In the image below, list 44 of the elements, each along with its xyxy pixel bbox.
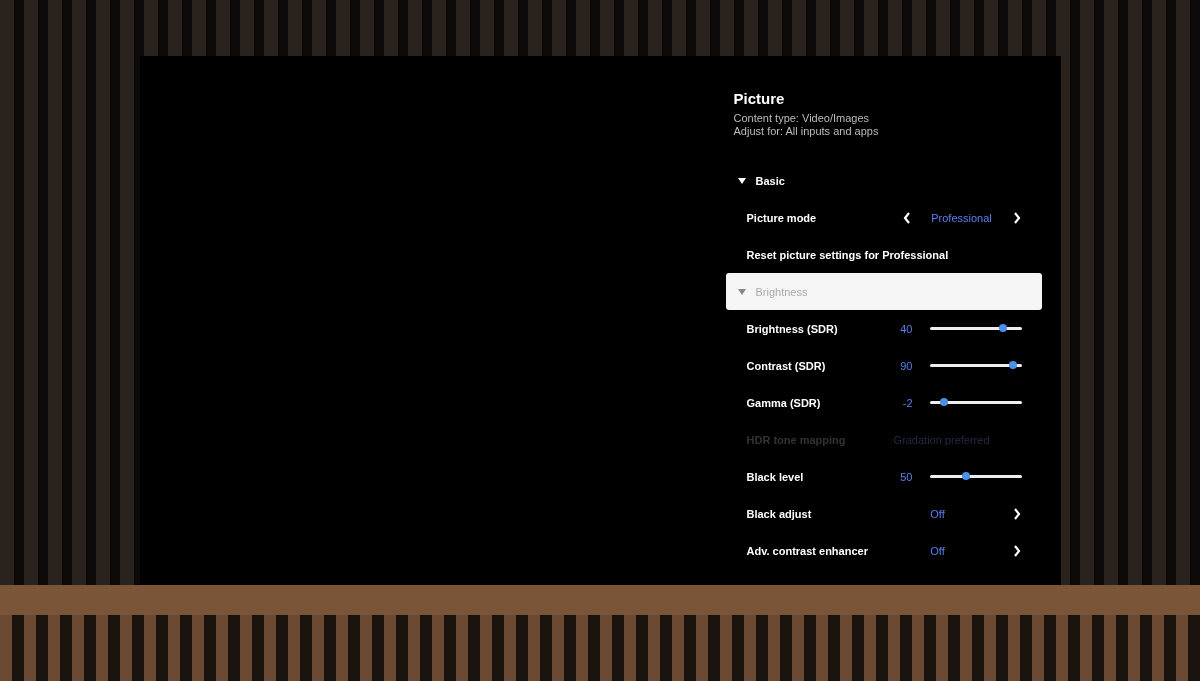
setting-label: Gamma (SDR): [746, 396, 821, 409]
setting-value: Gradation preferred: [893, 433, 990, 446]
menu-subtitle: Adjust for: All inputs and apps: [732, 125, 880, 138]
menu-row[interactable]: Gamma (SDR) -2: [725, 384, 1042, 421]
setting-label: Black adjust: [746, 507, 812, 520]
setting-value: Professional: [931, 211, 992, 224]
chevron-right-icon[interactable]: [1011, 543, 1022, 558]
menu-row[interactable]: Black adjust Off: [725, 495, 1042, 532]
slider-track[interactable]: [929, 475, 1022, 478]
menu-row[interactable]: Contrast (SDR) 90: [725, 347, 1042, 384]
section-label: Brightness: [755, 285, 808, 298]
setting-label: Brightness (SDR): [746, 322, 838, 335]
setting-label: Black level: [746, 470, 804, 483]
setting-value: 90: [900, 359, 913, 372]
slider-thumb[interactable]: [1009, 361, 1018, 369]
menu-title: Picture: [732, 90, 786, 107]
slider-thumb[interactable]: [940, 398, 949, 406]
setting-label: Contrast (SDR): [746, 359, 826, 372]
menu-row[interactable]: Picture mode Professional: [725, 199, 1042, 236]
setting-value: 50: [900, 470, 913, 483]
setting-label: Picture mode: [746, 211, 817, 224]
setting-label: Reset picture settings for Professional: [746, 248, 949, 261]
setting-label: Adv. contrast enhancer: [746, 544, 868, 557]
slider-track[interactable]: [929, 327, 1022, 330]
setting-value: -2: [902, 396, 913, 409]
slider-track[interactable]: [929, 401, 1022, 404]
section-header[interactable]: Basic: [725, 162, 1042, 199]
slider-track[interactable]: [929, 364, 1022, 367]
menu-row[interactable]: Reset picture settings for Professional: [725, 236, 1042, 273]
triangle-down-icon: [737, 177, 746, 184]
menu-row[interactable]: Adv. contrast enhancer Off: [725, 532, 1042, 569]
menu-row[interactable]: Brightness (SDR) 40: [725, 310, 1042, 347]
setting-value: 40: [900, 322, 913, 335]
chevron-right-icon[interactable]: [1011, 506, 1022, 521]
menu-row[interactable]: Black level 50: [725, 458, 1042, 495]
chevron-right-icon[interactable]: [1011, 210, 1022, 225]
slider-thumb[interactable]: [962, 472, 971, 480]
setting-value: Off: [930, 507, 945, 520]
triangle-down-icon: [737, 288, 746, 295]
section-label: Basic: [755, 174, 785, 187]
chevron-left-icon[interactable]: [901, 210, 912, 225]
menu-subtitle: Content type: Video/Images: [732, 112, 871, 125]
slider-thumb[interactable]: [999, 324, 1008, 332]
setting-value: Off: [930, 544, 945, 557]
